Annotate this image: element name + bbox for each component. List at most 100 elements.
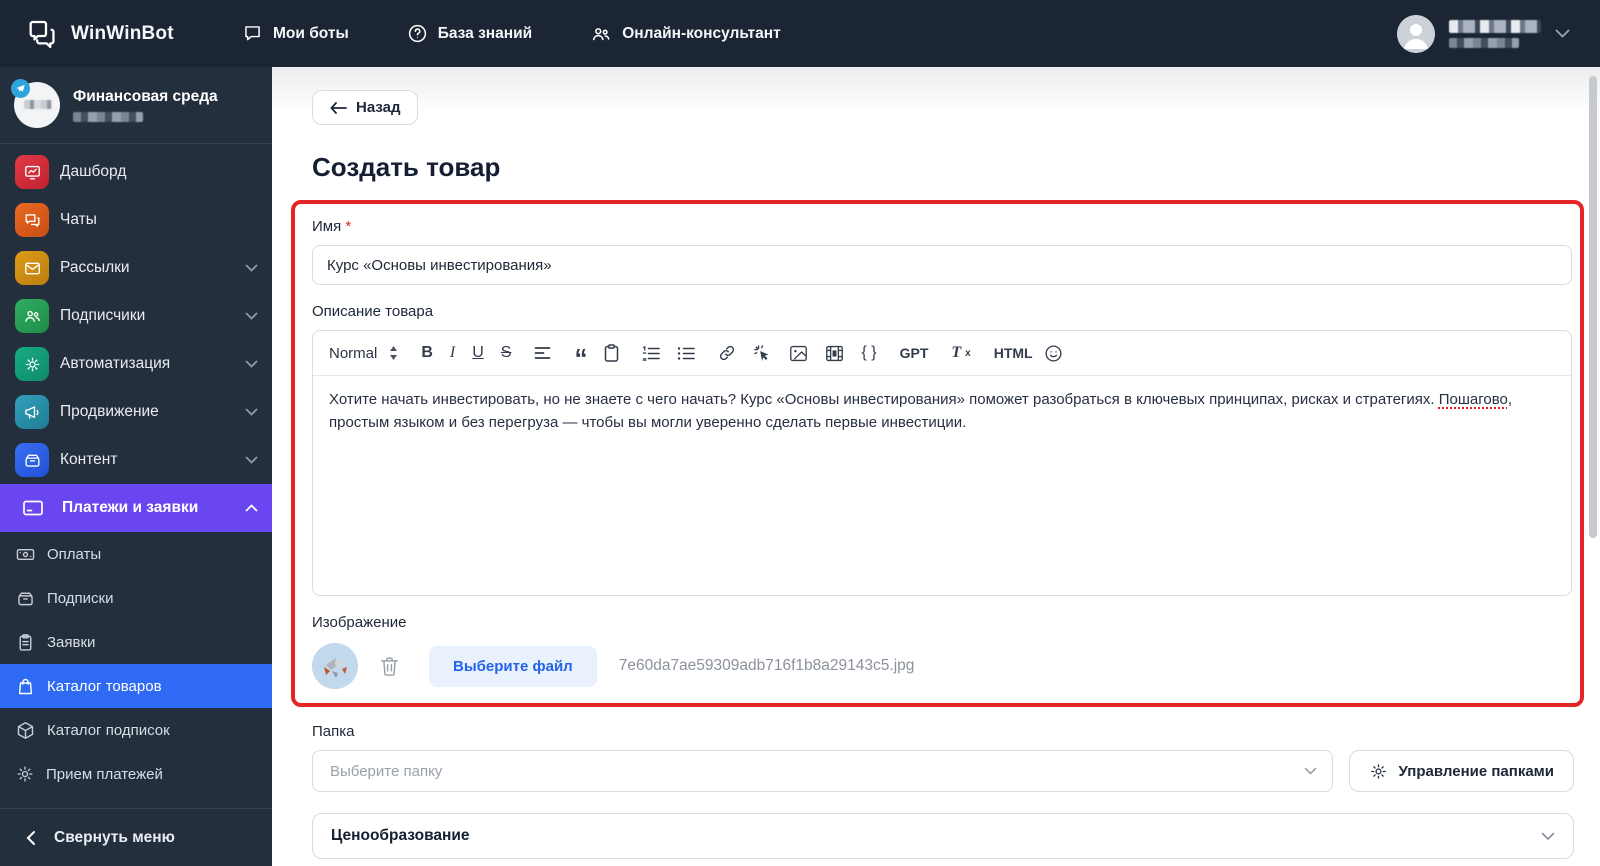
nav-online-consultant[interactable]: Онлайн-консультант: [590, 23, 781, 45]
product-name-input[interactable]: [312, 245, 1572, 285]
back-button[interactable]: Назад: [312, 90, 419, 125]
sidebar-item-label: Контент: [60, 451, 118, 468]
pricing-accordion[interactable]: Ценообразование: [312, 813, 1574, 859]
italic-button[interactable]: I: [450, 344, 455, 362]
dashboard-icon: [15, 155, 49, 189]
sidebar-subitem-subscriptions[interactable]: Подписки: [0, 576, 272, 620]
sidebar-item-chats[interactable]: Чаты: [0, 196, 272, 244]
code-button[interactable]: { }: [861, 344, 876, 362]
page-title: Создать товар: [312, 152, 501, 182]
spellcheck-word: Пошагово: [1438, 391, 1508, 408]
sidebar-item-dashboard[interactable]: Дашборд: [0, 148, 272, 196]
top-nav: Мои боты База знаний Онлайн-консультант: [242, 23, 781, 45]
sidebar-item-payments-requests[interactable]: Платежи и заявки: [0, 484, 272, 532]
name-field-label: Имя *: [312, 218, 352, 235]
sidebar-subitem-label: Заявки: [47, 633, 96, 651]
align-button[interactable]: [534, 346, 551, 360]
delete-image-button[interactable]: [380, 656, 399, 677]
ordered-list-button[interactable]: [642, 345, 661, 361]
sidebar-subitem-subscription-catalog[interactable]: Каталог подписок: [0, 708, 272, 752]
magic-cursor-icon: [754, 344, 769, 361]
people-icon: [590, 23, 612, 45]
chevron-down-icon: [245, 360, 258, 368]
sidebar-item-label: Дашборд: [60, 163, 127, 180]
sidebar-subitem-label: Оплаты: [47, 545, 102, 563]
choose-file-button[interactable]: Выберите файл: [429, 645, 597, 687]
sidebar-item-label: Подписчики: [60, 307, 146, 324]
sidebar-subitem-product-catalog[interactable]: Каталог товаров: [0, 664, 272, 708]
chevron-down-icon: [1541, 832, 1555, 840]
magic-select-button[interactable]: [753, 344, 772, 363]
sidebar-subitem-label: Каталог товаров: [47, 677, 162, 695]
brand[interactable]: WinWinBot: [26, 18, 226, 50]
sidebar-subitem-label: Подписки: [47, 589, 114, 607]
rich-text-editor: Normal B I U S “ {} GPT T x HTML Хотите…: [312, 330, 1572, 596]
sidebar-item-promotion[interactable]: Продвижение: [0, 388, 272, 436]
clipboard-icon: [605, 344, 619, 362]
image-row: Выберите файл 7e60da7ae59309adb716f1b8a2…: [312, 643, 1572, 689]
strikethrough-button[interactable]: S: [501, 344, 512, 362]
chevron-down-icon: [1555, 29, 1570, 38]
redacted-username: [1449, 19, 1541, 48]
shopping-bag-icon: [15, 676, 36, 697]
sidebar-item-mailings[interactable]: Рассылки: [0, 244, 272, 292]
clear-formatting-button[interactable]: Tx: [951, 344, 970, 362]
paste-button[interactable]: [604, 344, 619, 362]
subscription-basket-icon: [15, 588, 36, 609]
link-button[interactable]: [718, 344, 736, 362]
sidebar-menu: Дашборд Чаты Рассылки Подписчики Автомат…: [0, 144, 272, 796]
bold-button[interactable]: B: [421, 344, 433, 362]
winwinbot-logo-icon: [26, 18, 58, 50]
insert-video-button[interactable]: [825, 345, 844, 362]
pricing-accordion-label: Ценообразование: [331, 827, 470, 844]
video-icon: [826, 345, 844, 361]
description-text: Хотите начать инвестировать, но не знает…: [329, 391, 1439, 408]
chevron-down-icon: [245, 456, 258, 464]
sidebar-item-label: Автоматизация: [60, 355, 171, 372]
avatar: [1397, 14, 1435, 53]
sidebar-subitem-requests[interactable]: Заявки: [0, 620, 272, 664]
gpt-button[interactable]: GPT: [900, 345, 929, 361]
redacted-bot-handle: [73, 112, 143, 122]
image-icon: [790, 345, 808, 361]
format-selector[interactable]: Normal: [329, 345, 398, 362]
nav-my-bots[interactable]: Мои боты: [242, 23, 349, 44]
question-circle-icon: [407, 23, 428, 44]
sidebar-item-subscribers[interactable]: Подписчики: [0, 292, 272, 340]
manage-folders-label: Управление папками: [1398, 762, 1554, 780]
chevron-down-icon: [245, 312, 258, 320]
folder-select-input[interactable]: [328, 761, 1304, 781]
nav-label: Мои боты: [273, 24, 349, 42]
sidebar-subitem-payments[interactable]: Оплаты: [0, 532, 272, 576]
cube-icon: [15, 720, 36, 741]
manage-folders-button[interactable]: Управление папками: [1348, 750, 1574, 792]
megaphone-icon: [15, 395, 49, 429]
sidebar: Финансовая среда Дашборд Чаты Рассылки П…: [0, 67, 272, 866]
nav-knowledge-base[interactable]: База знаний: [407, 23, 532, 44]
chevron-left-icon: [26, 830, 36, 846]
insert-image-button[interactable]: [789, 345, 808, 362]
vertical-scrollbar[interactable]: [1589, 76, 1597, 538]
bullet-list-button[interactable]: [677, 346, 696, 361]
collapse-menu-label: Свернуть меню: [54, 828, 175, 846]
telegram-badge-icon: [11, 79, 30, 98]
sidebar-item-label: Платежи и заявки: [62, 499, 199, 516]
nav-label: Онлайн-консультант: [622, 24, 781, 42]
underline-button[interactable]: U: [472, 344, 484, 362]
emoji-button[interactable]: [1044, 344, 1063, 363]
sidebar-item-automation[interactable]: Автоматизация: [0, 340, 272, 388]
bot-avatar: [11, 79, 60, 128]
sidebar-item-content[interactable]: Контент: [0, 436, 272, 484]
user-menu[interactable]: [1397, 14, 1570, 53]
html-button[interactable]: HTML: [994, 345, 1033, 361]
chevron-down-icon: [245, 264, 258, 272]
bot-profile[interactable]: Финансовая среда: [0, 67, 272, 143]
description-editor-area[interactable]: Хотите начать инвестировать, но не знает…: [313, 376, 1571, 595]
sidebar-subitem-payment-acceptance[interactable]: Прием платежей: [0, 752, 272, 796]
emoji-smile-icon: [1045, 344, 1062, 362]
product-image-thumbnail[interactable]: [312, 643, 358, 689]
chats-icon: [15, 203, 49, 237]
collapse-menu-button[interactable]: Свернуть меню: [0, 808, 272, 866]
blockquote-button[interactable]: “: [574, 345, 587, 371]
folder-select[interactable]: [312, 750, 1333, 792]
